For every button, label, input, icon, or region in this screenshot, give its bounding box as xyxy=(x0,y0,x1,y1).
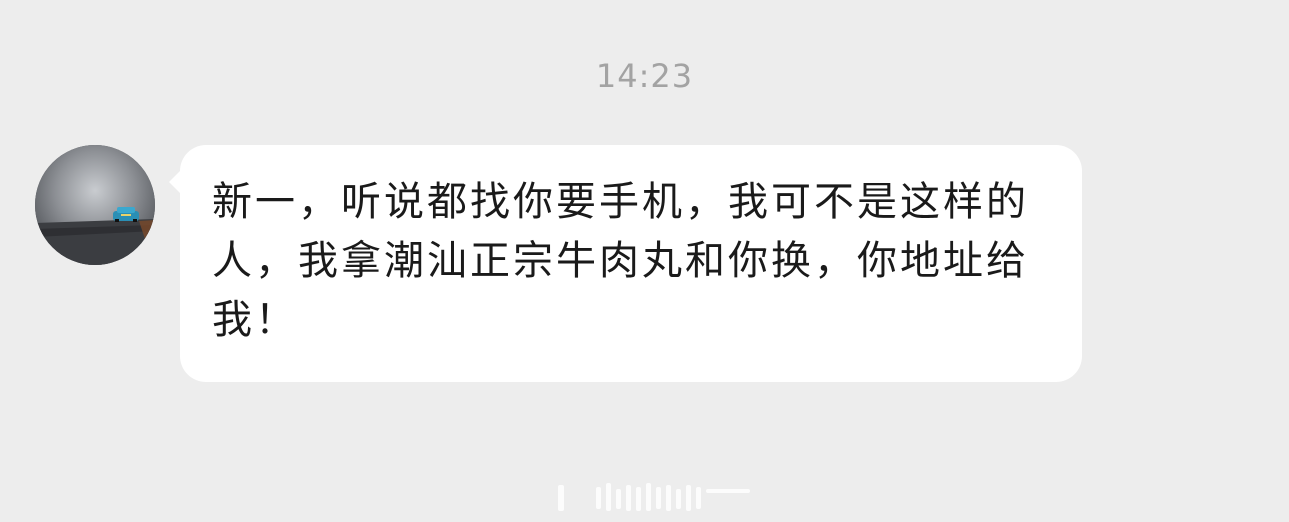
message-bubble[interactable]: 新一，听说都找你要手机，我可不是这样的人，我拿潮汕正宗牛肉丸和你换，你地址给我！ xyxy=(169,145,1082,382)
bubble-tail xyxy=(169,169,182,195)
car-photo-avatar-icon xyxy=(35,145,155,265)
message-timestamp: 14:23 xyxy=(595,57,694,95)
watermark-logo xyxy=(540,477,760,517)
avatar[interactable] xyxy=(35,145,155,265)
message-text: 新一，听说都找你要手机，我可不是这样的人，我拿潮汕正宗牛肉丸和你换，你地址给我！ xyxy=(212,179,1029,343)
